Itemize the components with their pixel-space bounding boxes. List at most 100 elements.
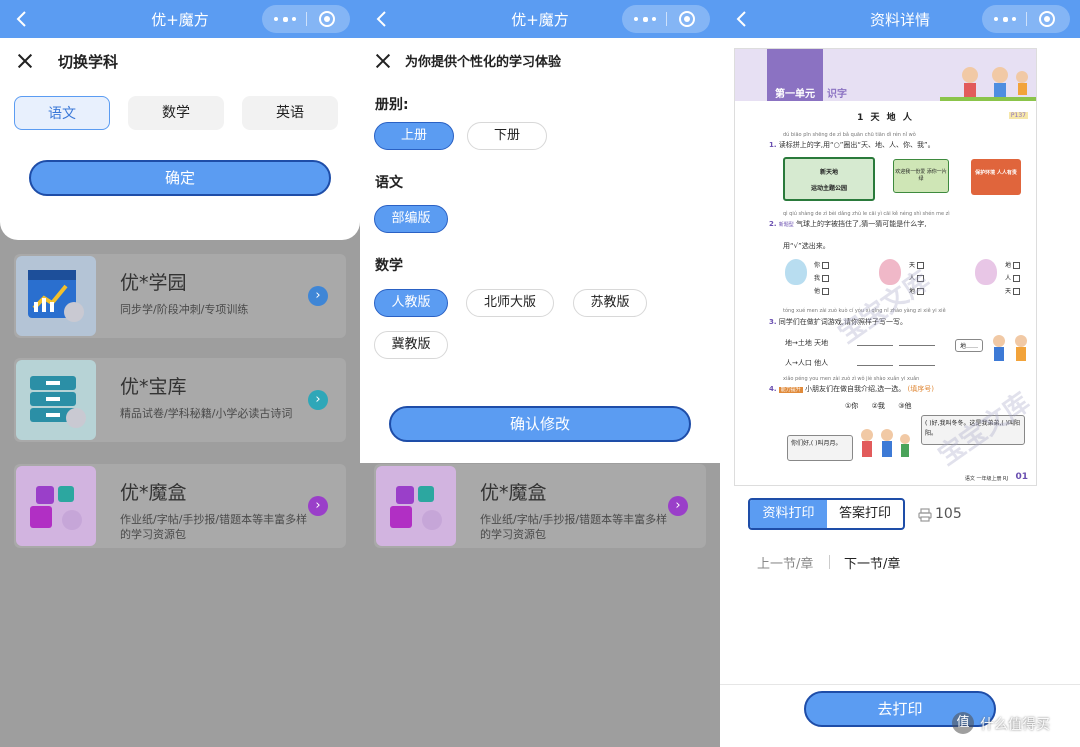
checkbox xyxy=(822,288,830,295)
speech-bubble: 地…… xyxy=(955,339,984,352)
volume-lower[interactable]: 下册 xyxy=(467,122,547,150)
checkbox xyxy=(822,262,830,269)
option-text: ②我 xyxy=(871,402,885,410)
confirm-change-button[interactable]: 确认修改 xyxy=(389,406,691,442)
card-youmohe[interactable]: 优*魔盒 作业纸/字帖/手抄报/错题本等丰富多样的学习资源包 › xyxy=(14,464,346,548)
brand-logo-icon: 值 xyxy=(952,712,974,734)
option-row: ①你 ②我 ③他 xyxy=(845,401,912,411)
close-icon[interactable] xyxy=(16,52,34,70)
brand-watermark: 什么值得买 xyxy=(980,717,1050,733)
sign-board-2: 欢迎我一份爱 添你一片绿 xyxy=(893,159,949,193)
tab-answer-print[interactable]: 答案打印 xyxy=(827,500,903,528)
panel-material-detail: 资料详情 第一单元 识字 1 天 地 人 P137 dú biāo pīn sh… xyxy=(720,0,1080,747)
volume-upper[interactable]: 上册 xyxy=(374,122,454,150)
subject-chinese[interactable]: 语文 xyxy=(14,96,110,130)
sign-text: 新天地 xyxy=(819,169,838,176)
checkbox xyxy=(1013,288,1021,295)
card-youmohe[interactable]: 优*魔盒 作业纸/字帖/手抄报/错题本等丰富多样的学习资源包 › xyxy=(374,464,706,548)
pinyin-line: xiǎo péng you men zài zuò zì wǒ jiè shào… xyxy=(783,376,920,382)
pinyin-line: qì qiú shàng de zì bèi dǎng zhù le cāi y… xyxy=(783,211,950,217)
subject-english[interactable]: 英语 xyxy=(242,96,338,130)
checkbox xyxy=(822,275,830,282)
kids-illustration xyxy=(993,335,1027,361)
option-text: ③他 xyxy=(898,402,912,410)
chinese-edition-bubian[interactable]: 部编版 xyxy=(374,205,448,233)
close-program-icon[interactable] xyxy=(1039,11,1055,27)
balloon-options-1: 你 我 他 xyxy=(814,259,830,298)
option-text: 地 xyxy=(1005,262,1012,269)
close-program-icon[interactable] xyxy=(679,11,695,27)
bottom-divider xyxy=(720,684,1080,685)
option-text: ①你 xyxy=(845,402,859,410)
question-text: 读标拼上的字,用“○”圈出“天、地、人、你、我”。 xyxy=(778,141,935,149)
card-description: 作业纸/字帖/手抄报/错题本等丰富多样的学习资源包 xyxy=(480,513,668,541)
prev-chapter-link[interactable]: 上一节/章 xyxy=(757,553,813,572)
card-title: 优*魔盒 xyxy=(480,482,547,504)
chevron-right-icon[interactable]: › xyxy=(668,496,688,516)
close-program-icon[interactable] xyxy=(319,11,335,27)
printer-icon xyxy=(918,508,932,522)
page-footer: 语文 一年级上册 RJ xyxy=(964,476,1008,482)
unit-label: 第一单元 xyxy=(767,49,823,101)
more-icon[interactable] xyxy=(994,16,1016,22)
question-hint: (填序号) xyxy=(907,385,934,393)
confirm-button[interactable]: 确定 xyxy=(29,160,331,196)
math-edition-jijiao[interactable]: 冀教版 xyxy=(374,331,448,359)
chinese-label: 语文 xyxy=(375,175,403,191)
mini-program-capsule xyxy=(262,5,350,33)
checkbox xyxy=(1013,262,1021,269)
next-chapter-link[interactable]: 下一节/章 xyxy=(844,553,900,572)
subject-math[interactable]: 数学 xyxy=(128,96,224,130)
card-title: 优*学园 xyxy=(120,272,187,294)
card-youxueyuan[interactable]: 优*学园 同步学/阶段冲刺/专项训练 › xyxy=(14,254,346,338)
math-edition-renjiao[interactable]: 人教版 xyxy=(374,289,448,317)
card-youbaoku[interactable]: 优*宝库 精品试卷/学科秘籍/小学必读古诗词 › xyxy=(14,358,346,442)
speech-bubble: 你们好,( )叫月月。 xyxy=(787,435,853,461)
more-icon[interactable] xyxy=(634,16,656,22)
panel-subject-switch: 优*学园 同步学/阶段冲刺/专项训练 › 优*宝库 精品试卷/学科秘籍/小学必读… xyxy=(0,0,360,747)
preference-sheet: 为你提供个性化的学习体验 册别: 上册 下册 语文 部编版 数学 人教版 北师大… xyxy=(360,38,720,463)
divider xyxy=(829,555,830,569)
option-text: 人 xyxy=(1005,275,1012,282)
chevron-right-icon[interactable]: › xyxy=(308,496,328,516)
option-text: 你 xyxy=(814,262,821,269)
question-tag: 新题型 xyxy=(778,222,794,228)
mini-program-capsule xyxy=(982,5,1070,33)
unit-subtitle: 识字 xyxy=(827,89,847,100)
cabinet-icon xyxy=(16,360,96,440)
blocks-icon xyxy=(16,466,96,546)
option-text: 天 xyxy=(1005,288,1012,295)
option-text: 我 xyxy=(814,275,821,282)
worksheet-preview[interactable]: 第一单元 识字 1 天 地 人 P137 dú biāo pīn shēng d… xyxy=(734,48,1037,486)
option-text: 他 xyxy=(814,288,821,295)
chevron-right-icon[interactable]: › xyxy=(308,390,328,410)
volume-label: 册别: xyxy=(375,97,409,113)
math-edition-beishida[interactable]: 北师大版 xyxy=(466,289,554,317)
print-mode-toggle: 资料打印 答案打印 xyxy=(748,498,905,530)
card-description: 精品试卷/学科秘籍/小学必读古诗词 xyxy=(120,407,293,420)
question-2-sub: 用“√”选出来。 xyxy=(783,242,830,250)
chevron-right-icon[interactable]: › xyxy=(308,286,328,306)
sign-text: 运动主题公园 xyxy=(810,185,847,192)
mini-program-capsule xyxy=(622,5,710,33)
more-icon[interactable] xyxy=(274,16,296,22)
page-reference: P137 xyxy=(1008,112,1028,119)
card-description: 同步学/阶段冲刺/专项训练 xyxy=(120,303,249,316)
math-edition-sujiao[interactable]: 苏教版 xyxy=(573,289,647,317)
card-title: 优*宝库 xyxy=(120,376,187,398)
blocks-icon xyxy=(376,466,456,546)
sign-board-1: 新天地 运动主题公园 xyxy=(783,157,875,201)
question-1: 1. 读标拼上的字,用“○”圈出“天、地、人、你、我”。 xyxy=(769,141,935,149)
nav-bar: 优+魔方 xyxy=(0,0,360,38)
tab-material-print[interactable]: 资料打印 xyxy=(750,500,827,528)
children-illustration xyxy=(940,67,1036,101)
close-icon[interactable] xyxy=(374,52,390,68)
question-4: 4. 能力提升 小朋友们在做自我介绍,选一选。 (填序号) xyxy=(769,385,934,393)
nav-bar: 优+魔方 xyxy=(360,0,720,38)
question-text: 小朋友们在做自我介绍,选一选。 xyxy=(805,385,906,393)
card-title: 优*魔盒 xyxy=(120,482,187,504)
question-tag: 能力提升 xyxy=(778,387,803,393)
sign-board-3: 保护环境 人人有责 xyxy=(971,159,1021,195)
kids-illustration xyxy=(861,429,910,457)
balloon-options-3: 地 人 天 xyxy=(1005,259,1021,298)
